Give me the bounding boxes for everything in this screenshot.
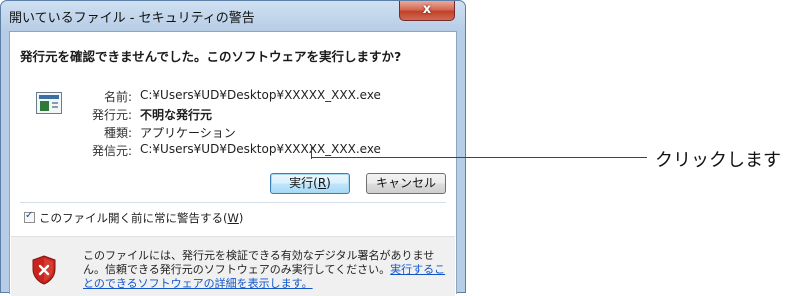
dialog-content: 発行元を確認できませんでした。このソフトウェアを実行しますか? 名前: C:¥U… [9, 31, 457, 296]
type-value: アプリケーション [140, 126, 236, 140]
security-warning-area: このファイルには、発行元を検証できる有効なデジタル署名がありません。信頼できる発… [11, 236, 455, 296]
from-value: C:¥Users¥UD¥Desktop¥XXXXX_XXX.exe [140, 142, 381, 156]
security-shield-icon [32, 255, 56, 285]
security-warning-text: このファイルには、発行元を検証できる有効なデジタル署名がありません。信頼できる発… [83, 249, 451, 291]
publisher-value: 不明な発行元 [140, 108, 213, 122]
window-title: 開いているファイル - セキュリティの警告 [9, 11, 255, 26]
warning-message: このファイルには、発行元を検証できる有効なデジタル署名がありません。信頼できる発… [83, 249, 435, 276]
checkmark-icon: ✓ [25, 210, 34, 221]
callout-pointer-horizontal [311, 157, 647, 158]
close-icon: x [422, 2, 432, 17]
title-bar[interactable]: 開いているファイル - セキュリティの警告 x [1, 1, 465, 31]
run-button-suffix: ) [326, 176, 331, 190]
always-warn-label[interactable]: このファイル開く前に常に警告する(W) [39, 210, 243, 226]
type-label: 種類: [103, 126, 132, 140]
from-label: 発信元: [91, 144, 132, 158]
run-button[interactable]: 実行(R) [270, 173, 350, 194]
name-label: 名前: [103, 90, 132, 104]
always-warn-label-suffix: ) [238, 211, 244, 225]
close-button[interactable]: x [399, 1, 455, 21]
always-warn-accelerator: W [227, 211, 239, 225]
callout-label: クリックします [655, 150, 781, 171]
divider [20, 202, 446, 203]
run-button-label: 実行( [289, 176, 318, 190]
always-warn-checkbox[interactable]: ✓ [24, 210, 35, 223]
security-warning-dialog: 開いているファイル - セキュリティの警告 x 発行元を確認できませんでした。こ… [0, 0, 466, 296]
publisher-label: 発行元: [91, 108, 132, 122]
name-value: C:¥Users¥UD¥Desktop¥XXXXX_XXX.exe [140, 88, 381, 102]
cancel-button[interactable]: キャンセル [366, 173, 446, 194]
always-warn-label-text: このファイル開く前に常に警告する( [39, 211, 228, 225]
run-question: 発行元を確認できませんでした。このソフトウェアを実行しますか? [20, 49, 402, 64]
run-accelerator: R [317, 176, 327, 190]
